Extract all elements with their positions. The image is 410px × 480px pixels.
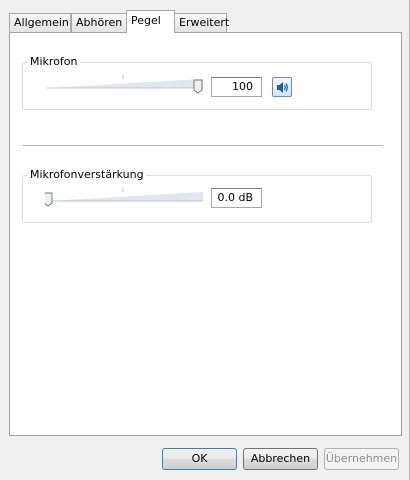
ok-button[interactable]: OK (162, 448, 237, 470)
tab-pegel[interactable]: Pegel (126, 10, 175, 33)
cancel-button[interactable]: Abbrechen (243, 448, 318, 470)
gain-level-slider[interactable] (45, 184, 207, 208)
gain-level-value[interactable]: 0.0 dB (211, 188, 262, 208)
speaker-icon (275, 80, 290, 98)
microphone-mute-button[interactable] (272, 77, 292, 97)
microphone-slider-track (47, 79, 203, 88)
sound-properties-dialog: Allgemein Abhören Pegel Erweitert Mikrof… (0, 0, 410, 480)
gain-group: Mikrofonverstärkung 0.0 dB (22, 168, 372, 223)
microphone-group-label: Mikrofon (28, 55, 80, 69)
tab-erweitert[interactable]: Erweitert (174, 13, 229, 32)
microphone-level-value[interactable]: 100 (211, 77, 262, 97)
tab-allgemein[interactable]: Allgemein (9, 13, 71, 32)
microphone-slider-thumb[interactable] (193, 79, 203, 94)
section-separator (23, 145, 383, 146)
gain-slider-thumb[interactable] (45, 192, 53, 207)
microphone-level-slider[interactable] (45, 71, 207, 95)
microphone-group: Mikrofon 100 (22, 55, 372, 110)
tab-panel-pegel: Mikrofon 100 Mikrofonverstärkung 0.0 dB (9, 32, 402, 436)
tab-abhoeren[interactable]: Abhören (71, 13, 127, 32)
gain-group-label: Mikrofonverstärkung (28, 168, 146, 182)
apply-button[interactable]: Übernehmen (324, 448, 399, 470)
gain-slider-track (47, 192, 203, 201)
